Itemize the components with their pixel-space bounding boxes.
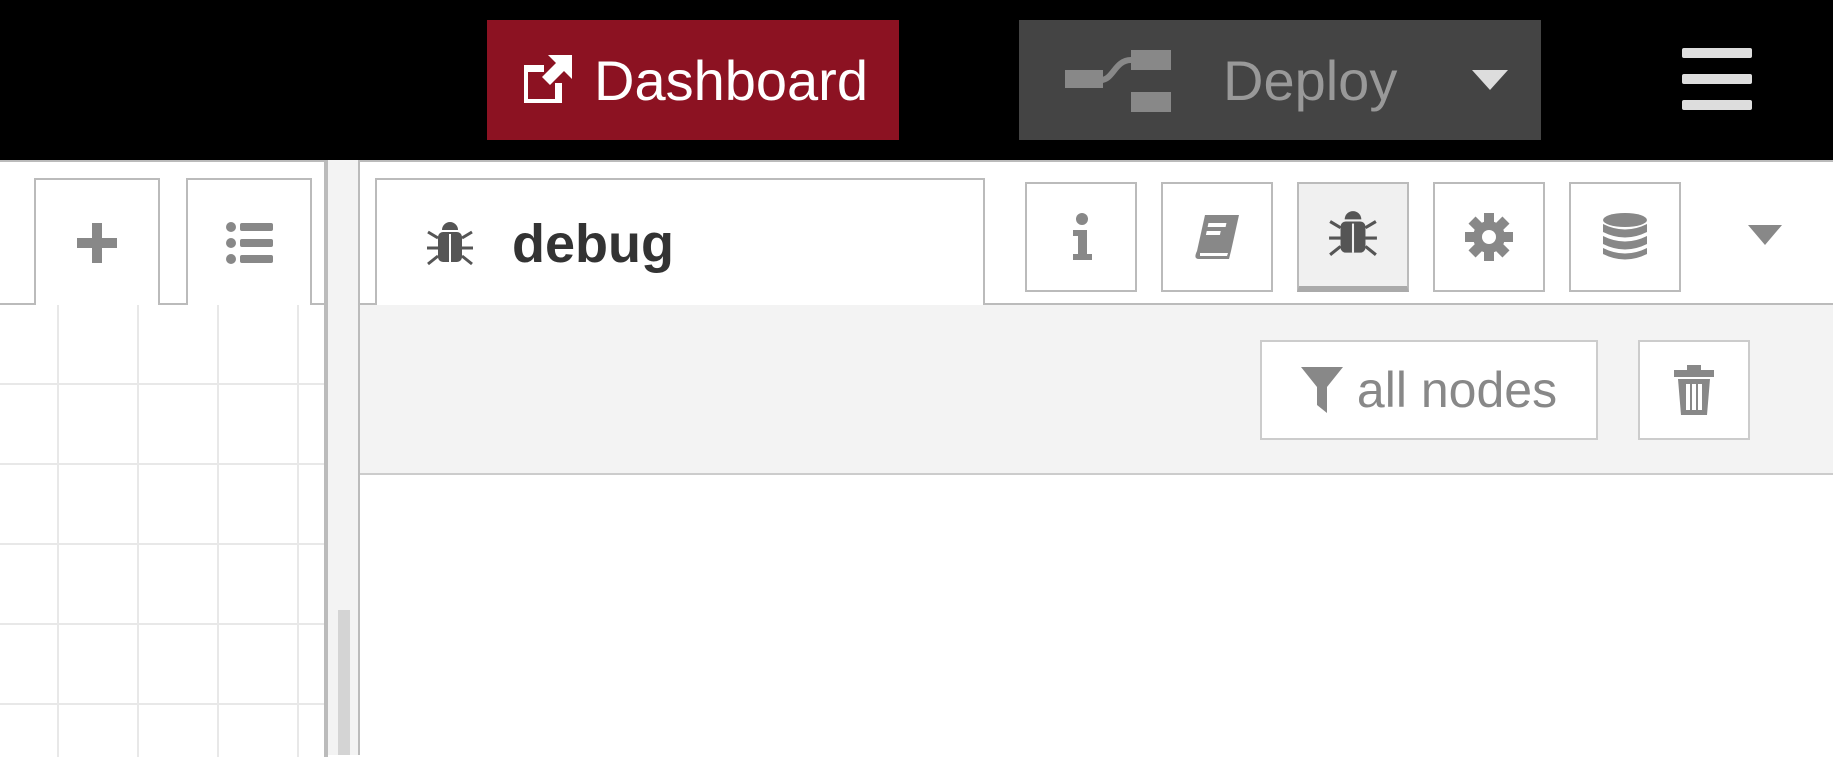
tab-debug[interactable]: debug (375, 178, 985, 307)
filter-label: all nodes (1356, 362, 1558, 418)
sidebar-tabs-menu-button[interactable] (1735, 210, 1795, 260)
trash-icon (1674, 365, 1714, 415)
dashboard-button[interactable]: Dashboard (487, 20, 899, 140)
tab-debug-label: debug (512, 213, 674, 274)
caret-down-icon (1748, 225, 1782, 245)
tab-info[interactable] (1025, 182, 1137, 292)
bug-icon (1329, 211, 1377, 256)
clear-messages-button[interactable] (1638, 340, 1750, 440)
gear-icon (1465, 213, 1513, 261)
add-flow-button[interactable] (34, 178, 160, 305)
menu-icon-line (1682, 100, 1752, 110)
caret-down-icon (1472, 70, 1508, 90)
tab-context[interactable] (1569, 182, 1681, 292)
deploy-label: Deploy (1223, 48, 1398, 112)
header-bar: Dashboard Deploy (0, 0, 1833, 160)
workspace (0, 160, 328, 757)
filter-icon (1300, 367, 1343, 413)
tab-help[interactable] (1161, 182, 1273, 292)
filter-nodes-button[interactable]: all nodes (1260, 340, 1598, 440)
deploy-button-group: Deploy (1019, 20, 1541, 140)
deploy-button[interactable]: Deploy (1019, 20, 1439, 140)
workspace-tab-bar (0, 162, 328, 305)
book-icon (1195, 215, 1239, 259)
deploy-flow-icon (1065, 50, 1171, 112)
list-icon (226, 221, 273, 264)
tab-config[interactable] (1433, 182, 1545, 292)
menu-icon (1682, 48, 1752, 58)
debug-messages-area[interactable] (360, 477, 1833, 757)
database-icon (1603, 213, 1647, 260)
sidebar-splitter[interactable] (328, 160, 360, 755)
deploy-options-button[interactable] (1439, 20, 1541, 140)
tab-debug-button[interactable] (1297, 182, 1409, 292)
dashboard-label: Dashboard (594, 48, 868, 112)
workspace-grid-canvas[interactable] (0, 305, 324, 757)
sidebar: debug all nodes (360, 160, 1833, 757)
main-menu-button[interactable] (1682, 48, 1752, 110)
info-icon (1073, 213, 1092, 260)
bug-icon (427, 222, 473, 266)
debug-toolbar: all nodes (360, 305, 1833, 475)
plus-icon (77, 222, 117, 263)
menu-icon-line (1682, 74, 1752, 84)
scrollbar-thumb[interactable] (338, 610, 350, 755)
external-link-icon (524, 55, 573, 103)
sidebar-tab-bar: debug (360, 162, 1833, 307)
list-flows-button[interactable] (186, 178, 312, 305)
